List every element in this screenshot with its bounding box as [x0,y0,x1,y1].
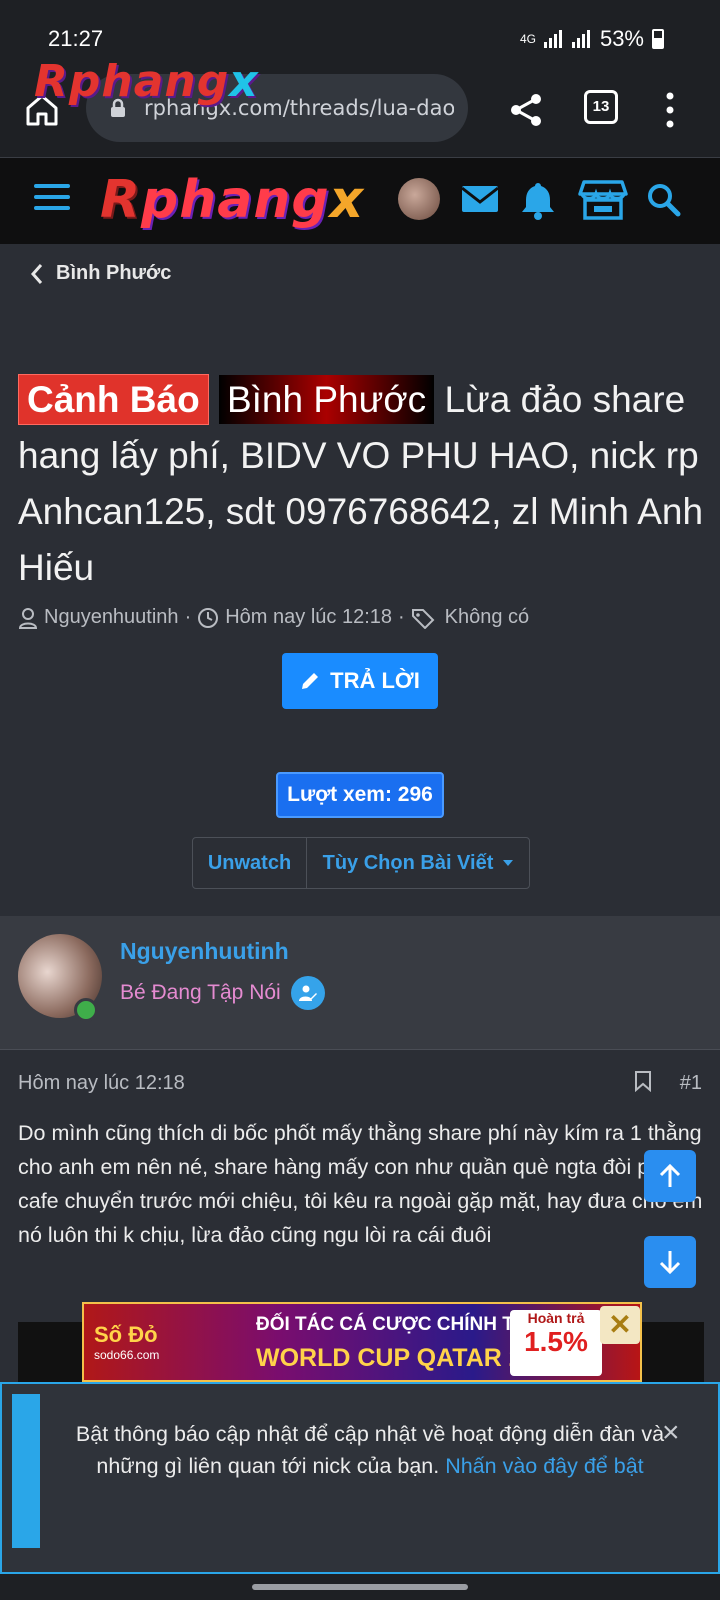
post-author-rank: Bé Đang Tập Nói [120,976,325,1010]
post-author-name[interactable]: Nguyenhuutinh [120,938,289,965]
status-icons: 4G 53% [520,26,664,52]
rank-label: Bé Đang Tập Nói [120,981,281,1004]
notice-accent-bar [12,1394,40,1548]
overlay-site-logo: Rphangx [34,56,259,107]
pencil-icon [302,673,319,689]
arrow-up-icon [659,1163,681,1187]
site-logo[interactable]: Rphangx [100,170,364,230]
arrow-down-icon [659,1251,681,1275]
signal-icon-2 [571,30,592,48]
search-icon[interactable] [642,178,686,222]
caret-down-icon [503,860,514,866]
tags-icon [411,608,435,629]
thread-meta: Nguyenhuutinh · Hôm nay lúc 12:18 · Khôn… [18,606,529,629]
bookmark-icon[interactable] [634,1070,652,1092]
tab-count-button[interactable]: 13 [584,90,618,124]
hamburger-menu-icon[interactable] [34,184,70,214]
thread-time[interactable]: Hôm nay lúc 12:18 [225,606,392,629]
post-meta: Hôm nay lúc 12:18 #1 [18,1070,702,1095]
prefix-tag-warning[interactable]: Cảnh Báo [18,374,209,425]
reply-button[interactable]: TRẢ LỜI [282,653,438,709]
gesture-handle[interactable] [252,1584,468,1590]
clock-icon [198,607,219,628]
signal-icon [543,30,564,48]
ad-promo: Hoàn trả 1.5% [510,1310,602,1376]
post-author-block: Nguyenhuutinh Bé Đang Tập Nói [0,916,720,1050]
post-number[interactable]: #1 [680,1072,702,1095]
breadcrumb-label: Bình Phước [56,262,172,284]
enable-notifications-link[interactable]: Nhấn vào đây để bật [445,1454,643,1478]
scroll-up-button[interactable] [644,1150,696,1202]
thread-options-label: Tùy Chọn Bài Viết [322,851,494,874]
breadcrumb[interactable]: Bình Phước [30,262,171,285]
user-icon [18,607,38,629]
bell-icon[interactable] [516,178,560,222]
battery-percent: 53% [599,26,644,51]
user-avatar[interactable] [398,178,440,220]
chevron-left-icon [30,263,43,284]
site-header: Rphangx [0,158,720,244]
store-icon[interactable] [578,178,628,222]
status-time: 21:27 [48,26,104,51]
gesture-bar [0,1574,720,1600]
network-type: 4G [519,32,536,46]
scroll-down-button[interactable] [644,1236,696,1288]
post-time[interactable]: Hôm nay lúc 12:18 [18,1072,185,1094]
rank-badge-icon [290,976,325,1010]
notification-prompt: Bật thông báo cập nhật để cập nhật về ho… [0,1382,720,1574]
browser-toolbar: rphangx.com/threads/lua-dao Rphangx 13 [0,56,720,158]
close-icon[interactable]: × [662,1416,680,1450]
more-menu-icon[interactable] [660,90,680,130]
ad-banner[interactable]: Số Đỏ sodo66.com ĐỐI TÁC CÁ CƯỢC CHÍNH TH… [82,1302,642,1382]
views-badge: Lượt xem: 296 [276,772,444,818]
battery-icon [652,29,664,49]
reply-label: TRẢ LỜI [330,668,420,693]
notice-text: Bật thông báo cập nhật để cập nhật về ho… [75,1422,665,1478]
thread-author[interactable]: Nguyenhuutinh [44,606,179,629]
mail-icon[interactable] [458,178,502,222]
post-body: Do mình cũng thích di bốc phốt mấy thằng… [18,1121,703,1247]
ad-brand: Số Đỏ sodo66.com [94,1322,160,1362]
thread-options-button[interactable]: Tùy Chọn Bài Viết [307,838,529,888]
prefix-tag-location[interactable]: Bình Phước [218,375,435,424]
unwatch-button[interactable]: Unwatch [193,838,307,888]
share-icon[interactable] [506,90,546,130]
thread-title: Cảnh Báo Bình Phước Lừa đảo share hang l… [18,372,708,596]
thread-actions: Unwatch Tùy Chọn Bài Viết [192,837,530,889]
ad-close-button[interactable]: ✕ [600,1306,640,1344]
thread-tags: Không có [444,606,530,628]
online-status-icon [74,998,98,1022]
